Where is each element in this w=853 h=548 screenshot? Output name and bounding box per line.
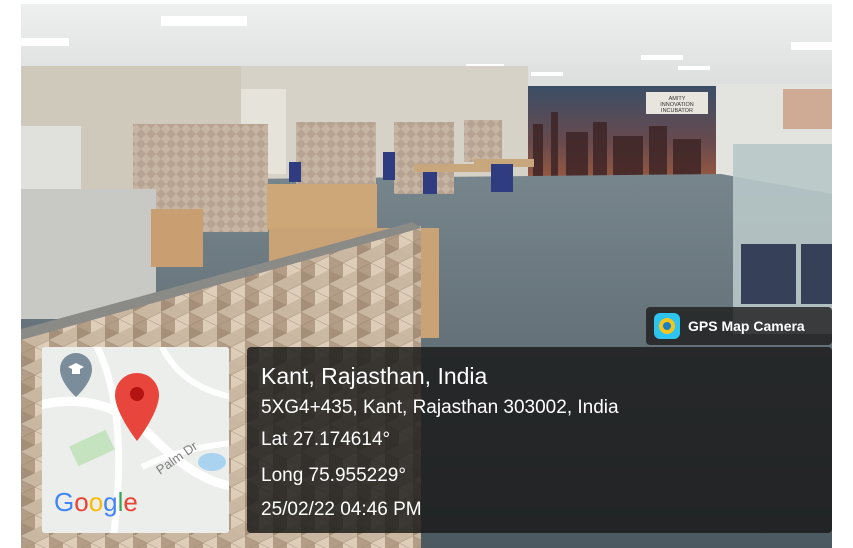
location-datetime: 25/02/22 04:46 PM	[261, 499, 422, 520]
location-longitude: Long 75.955229°	[261, 465, 406, 486]
svg-text:INCUBATOR: INCUBATOR	[661, 108, 693, 114]
gps-map-camera-badge: GPS Map Camera	[646, 307, 832, 345]
gps-badge-label: GPS Map Camera	[688, 318, 805, 334]
map-thumbnail: Palm Dr Google	[42, 347, 229, 533]
location-address: 5XG4+435, Kant, Rajasthan 303002, India	[261, 397, 619, 418]
location-latitude: Lat 27.174614°	[261, 429, 391, 450]
location-city: Kant, Rajasthan, India	[261, 363, 488, 389]
google-logo: Google	[54, 487, 138, 517]
gps-map-camera-app-icon	[654, 313, 680, 339]
location-info-panel: Kant, Rajasthan, India 5XG4+435, Kant, R…	[247, 347, 832, 533]
